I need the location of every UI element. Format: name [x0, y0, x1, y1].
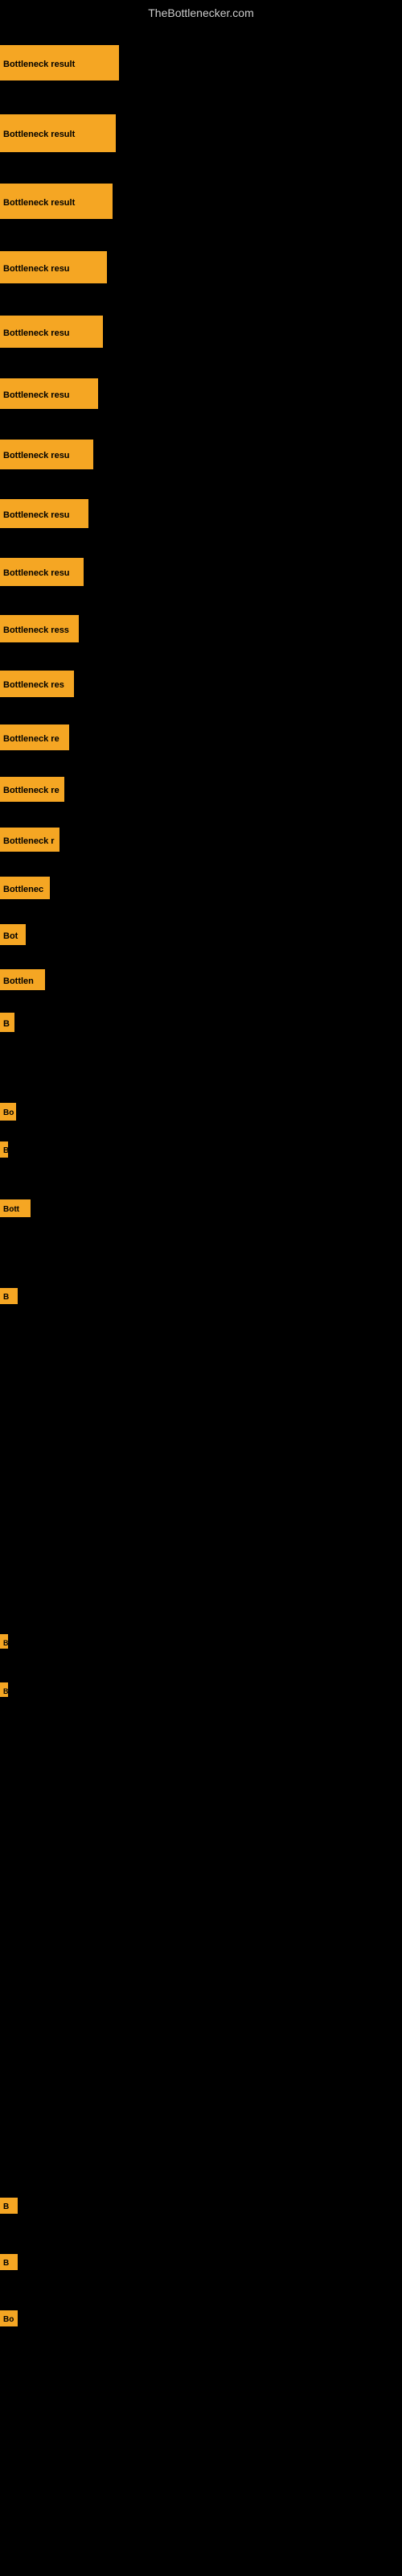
- bottleneck-badge-16: Bot: [0, 924, 26, 945]
- bottleneck-badge-7: Bottleneck resu: [0, 440, 93, 469]
- bottleneck-badge-20: B: [0, 1141, 8, 1158]
- bottleneck-badge-3: Bottleneck result: [0, 184, 113, 219]
- bottleneck-badge-8: Bottleneck resu: [0, 499, 88, 528]
- bottleneck-badge-19: Bo: [0, 1103, 16, 1121]
- bottleneck-badge-24: B: [0, 1682, 8, 1697]
- bottleneck-badge-6: Bottleneck resu: [0, 378, 98, 409]
- bottleneck-badge-21: Bott: [0, 1199, 31, 1217]
- bottleneck-badge-9: Bottleneck resu: [0, 558, 84, 586]
- bottleneck-badge-17: Bottlen: [0, 969, 45, 990]
- bottleneck-badge-14: Bottleneck r: [0, 828, 59, 852]
- bottleneck-badge-15: Bottlenec: [0, 877, 50, 899]
- bottleneck-badge-4: Bottleneck resu: [0, 251, 107, 283]
- bottleneck-badge-25: B: [0, 2198, 18, 2214]
- bottleneck-badge-26: B: [0, 2254, 18, 2270]
- bottleneck-badge-18: B: [0, 1013, 14, 1032]
- bottleneck-badge-27: Bo: [0, 2310, 18, 2326]
- bottleneck-badge-12: Bottleneck re: [0, 724, 69, 750]
- bottleneck-badge-10: Bottleneck ress: [0, 615, 79, 642]
- bottleneck-badge-23: B: [0, 1634, 8, 1649]
- bottleneck-badge-2: Bottleneck result: [0, 114, 116, 152]
- site-title: TheBottlenecker.com: [0, 6, 402, 19]
- bottleneck-badge-1: Bottleneck result: [0, 45, 119, 80]
- bottleneck-badge-11: Bottleneck res: [0, 671, 74, 697]
- bottleneck-badge-5: Bottleneck resu: [0, 316, 103, 348]
- bottleneck-badge-13: Bottleneck re: [0, 777, 64, 802]
- bottleneck-badge-22: B: [0, 1288, 18, 1304]
